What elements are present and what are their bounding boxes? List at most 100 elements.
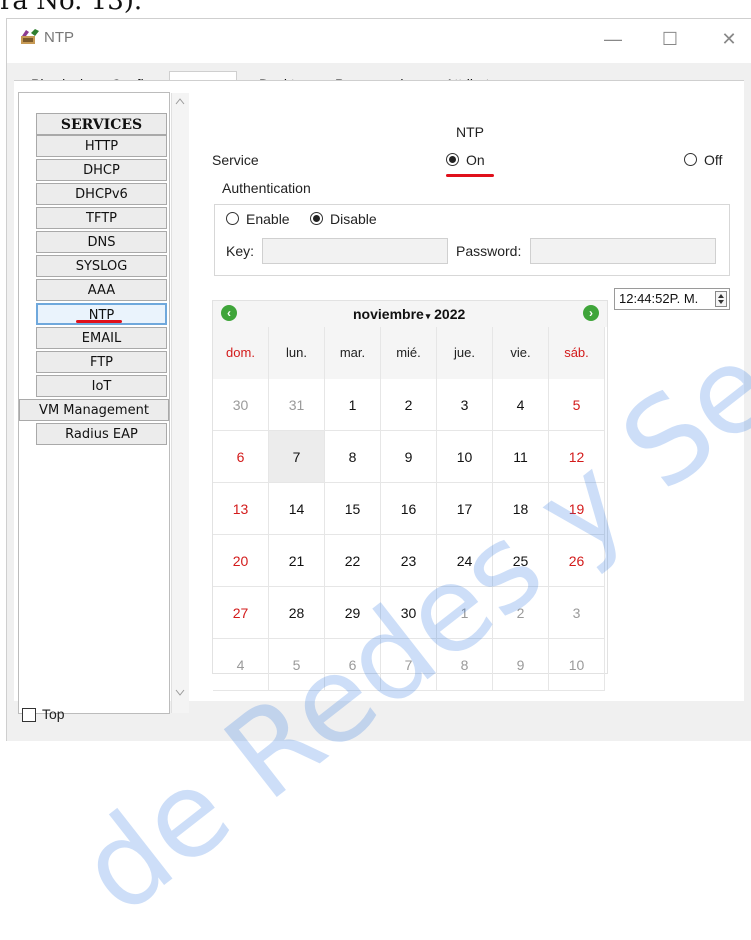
sidebar-item-dhcp[interactable]: DHCP [36,159,167,181]
time-value: 12:44:52P. M. [619,291,699,306]
calendar-header: ‹ noviembre ▾ 2022 › [213,301,607,327]
calendar-day[interactable]: 7 [269,431,325,483]
sidebar-item-dhcpv6[interactable]: DHCPv6 [36,183,167,205]
chevron-up-icon[interactable] [175,97,185,105]
key-input[interactable] [262,238,448,264]
calendar-day[interactable]: 22 [325,535,381,587]
calendar-day[interactable]: 18 [493,483,549,535]
calendar-day[interactable]: 24 [437,535,493,587]
chevron-down-icon[interactable] [175,689,185,697]
service-on-label: On [466,152,485,168]
password-input[interactable] [530,238,716,264]
calendar-day[interactable]: 4 [493,379,549,431]
calendar-day[interactable]: 2 [493,587,549,639]
calendar-day[interactable]: 1 [437,587,493,639]
calendar-day[interactable]: 17 [437,483,493,535]
sidebar-item-http[interactable]: HTTP [36,135,167,157]
calendar-day[interactable]: 29 [325,587,381,639]
authentication-title: Authentication [220,180,313,196]
title-bar: NTP — ☐ ✕ [7,19,751,63]
auth-enable-radio[interactable] [226,212,239,225]
minimize-button[interactable]: — [593,23,633,55]
calendar-day[interactable]: 28 [269,587,325,639]
calendar-day[interactable]: 2 [381,379,437,431]
server-app-icon [21,29,39,44]
previous-month-icon[interactable]: ‹ [221,305,237,321]
calendar-day[interactable]: 5 [269,639,325,691]
sidebar-item-radius-eap[interactable]: Radius EAP [36,423,167,445]
top-label: Top [42,706,65,722]
calendar-day[interactable]: 3 [437,379,493,431]
calendar-year: 2022 [434,306,466,322]
calendar-day[interactable]: 26 [549,535,605,587]
password-label: Password: [456,243,522,259]
on-radio-red-mark [446,174,494,177]
calendar-day[interactable]: 8 [437,639,493,691]
calendar-day[interactable]: 10 [549,639,605,691]
weekday-header: jue. [437,327,493,379]
calendar-day[interactable]: 30 [381,587,437,639]
service-on-radio[interactable] [446,153,459,166]
auth-disable-label: Disable [330,211,377,227]
date-calendar: ‹ noviembre ▾ 2022 › dom. lun. mar. mié. jue… [212,300,608,691]
services-sidebar: SERVICES HTTP DHCP DHCPv6 TFTP DNS SYSLO… [18,92,189,714]
calendar-day[interactable]: 11 [493,431,549,483]
calendar-day[interactable]: 30 [213,379,269,431]
service-off-label: Off [704,152,723,168]
auth-disable-radio[interactable] [310,212,323,225]
weekday-header: mar. [325,327,381,379]
top-checkbox[interactable] [22,708,36,722]
calendar-day[interactable]: 23 [381,535,437,587]
calendar-day[interactable]: 3 [549,587,605,639]
calendar-month: noviembre [353,306,424,322]
calendar-day[interactable]: 16 [381,483,437,535]
calendar-day[interactable]: 1 [325,379,381,431]
calendar-day[interactable]: 9 [493,639,549,691]
calendar-day[interactable]: 14 [269,483,325,535]
calendar-day[interactable]: 20 [213,535,269,587]
close-button[interactable]: ✕ [709,23,749,55]
ntp-heading: NTP [456,124,484,140]
calendar-day[interactable]: 27 [213,587,269,639]
calendar-month-year[interactable]: noviembre ▾ 2022 [353,306,465,322]
calendar-day[interactable]: 6 [213,431,269,483]
calendar-day[interactable]: 13 [213,483,269,535]
time-spinner[interactable]: 12:44:52P. M. [614,288,730,310]
calendar-day[interactable]: 5 [549,379,605,431]
time-spin-buttons[interactable] [715,291,727,307]
sidebar-item-ftp[interactable]: FTP [36,351,167,373]
calendar-day[interactable]: 8 [325,431,381,483]
calendar-day[interactable]: 12 [549,431,605,483]
month-dropdown-icon[interactable]: ▾ [426,311,431,321]
weekday-header: mié. [381,327,437,379]
next-month-icon[interactable]: › [583,305,599,321]
maximize-button[interactable]: ☐ [650,23,690,55]
service-label: Service [212,152,259,168]
service-off-radio[interactable] [684,153,697,166]
weekday-header: vie. [493,327,549,379]
sidebar-item-vm-management[interactable]: VM Management [19,399,169,421]
calendar-day[interactable]: 7 [381,639,437,691]
ntp-item-red-mark [76,320,122,323]
calendar-day[interactable]: 21 [269,535,325,587]
calendar-day[interactable]: 19 [549,483,605,535]
sidebar-item-tftp[interactable]: TFTP [36,207,167,229]
sidebar-header-services: SERVICES [36,113,167,135]
sidebar-scrollbar[interactable] [171,93,189,713]
calendar-day[interactable]: 10 [437,431,493,483]
weekday-header: dom. [213,327,269,379]
sidebar-item-syslog[interactable]: SYSLOG [36,255,167,277]
calendar-day[interactable]: 9 [381,431,437,483]
key-label: Key: [226,243,255,259]
calendar-day[interactable]: 4 [213,639,269,691]
calendar-day[interactable]: 6 [325,639,381,691]
calendar-day[interactable]: 31 [269,379,325,431]
sidebar-item-dns[interactable]: DNS [36,231,167,253]
sidebar-item-aaa[interactable]: AAA [36,279,167,301]
calendar-day[interactable]: 15 [325,483,381,535]
spin-arrows-icon[interactable] [716,292,726,306]
auth-enable-label: Enable [246,211,290,227]
sidebar-item-email[interactable]: EMAIL [36,327,167,349]
calendar-day[interactable]: 25 [493,535,549,587]
sidebar-item-iot[interactable]: IoT [36,375,167,397]
